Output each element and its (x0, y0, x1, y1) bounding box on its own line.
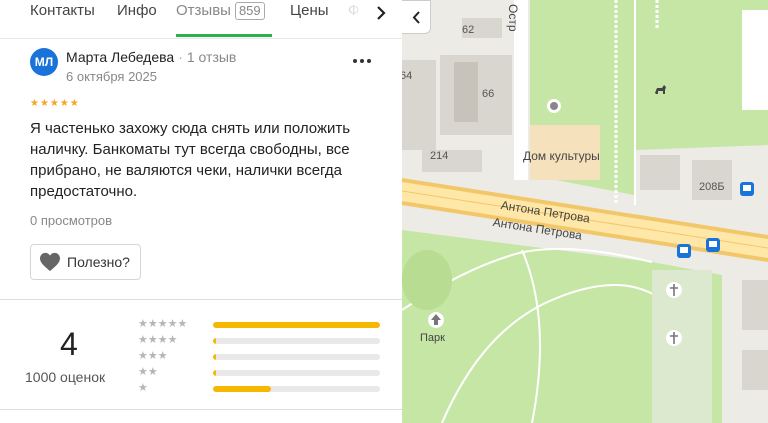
tab-prices[interactable]: Цены (290, 0, 329, 24)
map-tree-area (402, 250, 452, 310)
review-author-line: Марта Лебедева · 1 отзыв (66, 49, 236, 65)
bus-stop-icon[interactable] (677, 244, 691, 258)
tab-label: Контакты (30, 2, 95, 19)
rating-bar-track (213, 370, 380, 376)
author-separator: · (178, 49, 183, 65)
helpful-button[interactable]: Полезно? (30, 244, 141, 280)
more-options-button[interactable] (350, 52, 374, 70)
rating-bar-track (213, 338, 380, 344)
map-building (692, 160, 732, 200)
rating-row-5[interactable]: ★★★★★ (138, 318, 383, 331)
rating-row-1[interactable]: ★ (138, 382, 383, 395)
rating-bar-fill (213, 322, 380, 328)
chevron-right-icon (377, 6, 386, 20)
map-label-street: Остр (506, 4, 520, 32)
rating-bar-track (213, 354, 380, 360)
rating-row-3[interactable]: ★★★ (138, 350, 383, 363)
dog-park-icon[interactable] (653, 83, 667, 97)
author-reviews-count: 1 отзыв (186, 49, 237, 65)
map-label-house: 66 (482, 88, 495, 100)
landmark-icon[interactable] (547, 99, 561, 113)
map-label-house: 62 (462, 24, 475, 36)
rating-bar-track (213, 322, 380, 328)
heart-icon (40, 252, 60, 272)
review-stars: ★★★★★ (30, 98, 80, 109)
tabs-next-button[interactable] (366, 0, 396, 26)
church-icon[interactable] (666, 330, 682, 346)
map-building (454, 62, 478, 122)
tab-reviews[interactable]: Отзывы 859 (176, 0, 265, 24)
review-date: 6 октября 2025 (66, 69, 157, 84)
rating-row-stars: ★★★ (138, 350, 168, 362)
section-divider (0, 409, 402, 410)
map-label-house: 214 (430, 150, 449, 162)
map-label-house: 64 (402, 70, 413, 82)
rating-bar-fill (213, 354, 217, 360)
rating-bar-fill (213, 386, 272, 392)
map-building (742, 350, 768, 390)
map-label-park[interactable]: Парк (420, 332, 445, 344)
rating-row-2[interactable]: ★★ (138, 366, 383, 379)
avatar[interactable]: МЛ (30, 48, 58, 76)
review-author-name[interactable]: Марта Лебедева (66, 49, 174, 65)
tab-info[interactable]: Инфо (117, 0, 157, 24)
rating-bar-fill (213, 338, 217, 344)
map-building (640, 155, 680, 190)
map-block (652, 270, 712, 423)
rating-row-stars: ★★ (138, 366, 158, 378)
tab-label: Цены (290, 2, 329, 19)
collapse-panel-button[interactable] (402, 0, 431, 34)
rating-bar-track (213, 386, 380, 392)
chevron-left-icon (412, 10, 420, 24)
map-street (742, 10, 768, 110)
bus-stop-icon[interactable] (740, 182, 754, 196)
tab-label: Отзывы (176, 2, 231, 19)
section-divider (0, 299, 402, 300)
more-dots-icon (353, 59, 371, 63)
map-view[interactable]: 62 64 66 214 Остр Дом культуры 208Б Анто… (402, 0, 768, 423)
helpful-label: Полезно? (67, 254, 130, 270)
tab-bar: Контакты Инфо Отзывы859 Цены Ф (0, 0, 402, 39)
rating-row-stars: ★★★★★ (138, 318, 188, 330)
rating-value: 4 (60, 326, 78, 362)
map-building (742, 280, 768, 330)
church-icon[interactable] (666, 282, 682, 298)
reviews-count-badge: 859 (234, 2, 265, 20)
rating-row-4[interactable]: ★★★★ (138, 334, 383, 347)
map-label-house: 208Б (699, 181, 725, 193)
rating-count: 1000 оценок (25, 369, 106, 385)
tram-stop-icon[interactable] (706, 238, 720, 252)
review-card: МЛ Марта Лебедева · 1 отзыв 6 октября 2025… (0, 38, 402, 300)
review-views: 0 просмотров (30, 213, 113, 228)
active-tab-indicator (176, 34, 272, 37)
rating-bar-fill (213, 370, 217, 376)
map-label-culture-house[interactable]: Дом культуры (523, 149, 600, 163)
review-text: Я частенько захожу сюда снять или положи… (30, 120, 351, 200)
park-icon[interactable] (428, 312, 444, 328)
rating-row-stars: ★★★★ (138, 334, 178, 346)
tab-contacts[interactable]: Контакты (30, 0, 95, 24)
tab-label: Инфо (117, 2, 157, 19)
rating-row-stars: ★ (138, 382, 148, 394)
place-panel: Контакты Инфо Отзывы859 Цены Ф МЛ Марта … (0, 0, 403, 423)
